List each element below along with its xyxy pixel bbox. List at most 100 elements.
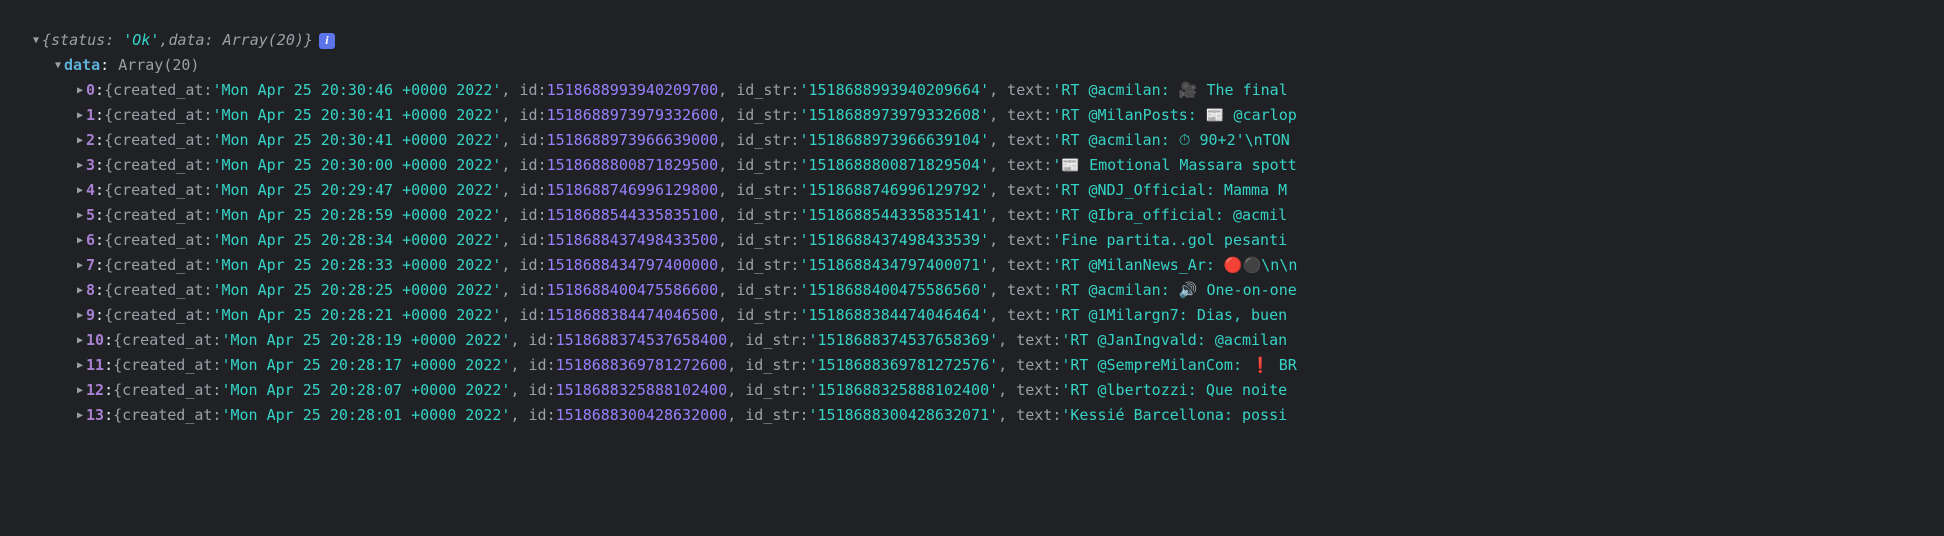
text-key: , text: [998,353,1061,378]
text-value: 'RT @lbertozzi: Que noite [1061,378,1287,403]
text-value: 'RT @Ibra_official: @acmil [1052,203,1287,228]
array-item-row[interactable]: 2: {created_at: 'Mon Apr 25 20:30:41 +00… [0,128,1944,153]
text-key: , text: [989,178,1052,203]
expand-arrow-icon[interactable] [74,203,86,228]
id-key: , id: [501,203,546,228]
id-str-value: '1518688973966639104' [799,128,989,153]
text-value: 'RT @MilanNews_Ar: 🔴⚫\n\n [1052,253,1297,278]
text-value: 'RT @NDJ_Official: Mamma M [1052,178,1287,203]
array-item-row[interactable]: 5: {created_at: 'Mon Apr 25 20:28:59 +00… [0,203,1944,228]
expand-arrow-icon[interactable] [74,103,86,128]
status-key: status: [51,28,114,53]
space [114,28,123,53]
array-item-row[interactable]: 7: {created_at: 'Mon Apr 25 20:28:33 +00… [0,253,1944,278]
expand-arrow-icon[interactable] [74,178,86,203]
id-str-key: , id_str: [727,328,808,353]
array-item-row[interactable]: 12: {created_at: 'Mon Apr 25 20:28:07 +0… [0,378,1944,403]
expand-arrow-icon[interactable] [74,128,86,153]
expand-arrow-icon[interactable] [30,28,42,53]
root-object-row[interactable]: {status: 'Ok', data: Array(20)} i [0,28,1944,53]
expand-arrow-icon[interactable] [74,353,86,378]
array-item-row[interactable]: 10: {created_at: 'Mon Apr 25 20:28:19 +0… [0,328,1944,353]
id-str-key: , id_str: [718,203,799,228]
created-at-key: {created_at: [104,153,212,178]
expand-arrow-icon[interactable] [74,278,86,303]
created-at-value: 'Mon Apr 25 20:28:25 +0000 2022' [212,278,501,303]
expand-arrow-icon[interactable] [52,53,64,78]
created-at-key: {created_at: [104,303,212,328]
id-str-value: '1518688800871829504' [799,153,989,178]
text-value: 'RT @acmilan: 🔊 One-on-one [1052,278,1296,303]
text-value: 'RT @1Milargn7: Dias, buen [1052,303,1287,328]
space [214,28,223,53]
created-at-value: 'Mon Apr 25 20:30:41 +0000 2022' [212,103,501,128]
id-key: , id: [501,153,546,178]
expand-arrow-icon[interactable] [74,78,86,103]
text-key: , text: [989,78,1052,103]
data-key-label: data [64,53,100,78]
expand-arrow-icon[interactable] [74,153,86,178]
created-at-value: 'Mon Apr 25 20:28:21 +0000 2022' [212,303,501,328]
colon: : [95,178,104,203]
created-at-value: 'Mon Apr 25 20:28:01 +0000 2022' [221,403,510,428]
id-value: 1518688973979332600 [547,103,719,128]
array-item-row[interactable]: 3: {created_at: 'Mon Apr 25 20:30:00 +00… [0,153,1944,178]
array-index: 6 [86,228,95,253]
array-index: 2 [86,128,95,153]
array-index: 12 [86,378,104,403]
array-item-row[interactable]: 8: {created_at: 'Mon Apr 25 20:28:25 +00… [0,278,1944,303]
expand-arrow-icon[interactable] [74,253,86,278]
id-value: 1518688973966639000 [547,128,719,153]
array-item-row[interactable]: 0: {created_at: 'Mon Apr 25 20:30:46 +00… [0,78,1944,103]
status-value: 'Ok' [123,28,159,53]
text-key: , text: [989,153,1052,178]
id-value: 1518688374537658400 [556,328,728,353]
text-value: '📰 Emotional Massara spott [1052,153,1296,178]
brace-open: { [42,28,51,53]
id-key: , id: [510,403,555,428]
array-item-row[interactable]: 1: {created_at: 'Mon Apr 25 20:30:41 +00… [0,103,1944,128]
expand-arrow-icon[interactable] [74,378,86,403]
expand-arrow-icon[interactable] [74,328,86,353]
created-at-value: 'Mon Apr 25 20:28:34 +0000 2022' [212,228,501,253]
info-icon[interactable]: i [319,33,335,49]
expand-arrow-icon[interactable] [74,403,86,428]
created-at-value: 'Mon Apr 25 20:28:59 +0000 2022' [212,203,501,228]
text-key: , text: [989,103,1052,128]
array-index: 11 [86,353,104,378]
data-array-type: Array(20) [118,53,199,78]
text-value: 'Fine partita..gol pesanti [1052,228,1287,253]
array-index: 4 [86,178,95,203]
array-item-row[interactable]: 9: {created_at: 'Mon Apr 25 20:28:21 +00… [0,303,1944,328]
created-at-value: 'Mon Apr 25 20:28:19 +0000 2022' [221,328,510,353]
array-item-row[interactable]: 4: {created_at: 'Mon Apr 25 20:29:47 +00… [0,178,1944,203]
created-at-key: {created_at: [113,328,221,353]
id-str-value: '1518688400475586560' [799,278,989,303]
text-key: , text: [998,328,1061,353]
data-array-row[interactable]: data: Array(20) [0,53,1944,78]
colon: : [95,253,104,278]
array-item-row[interactable]: 6: {created_at: 'Mon Apr 25 20:28:34 +00… [0,228,1944,253]
id-str-value: '1518688325888102400' [808,378,998,403]
array-item-row[interactable]: 11: {created_at: 'Mon Apr 25 20:28:17 +0… [0,353,1944,378]
id-str-value: '1518688993940209664' [799,78,989,103]
expand-arrow-icon[interactable] [74,228,86,253]
created-at-key: {created_at: [113,378,221,403]
array-item-row[interactable]: 13: {created_at: 'Mon Apr 25 20:28:01 +0… [0,403,1944,428]
colon: : [104,328,113,353]
created-at-key: {created_at: [113,403,221,428]
id-key: , id: [501,178,546,203]
colon: : [95,303,104,328]
id-value: 1518688369781272600 [556,353,728,378]
text-key: , text: [998,403,1061,428]
text-key: , text: [989,253,1052,278]
id-str-value: '1518688434797400071' [799,253,989,278]
text-value: 'Kessié Barcellona: possi [1061,403,1287,428]
colon: : [95,78,104,103]
id-str-value: '1518688544335835141' [799,203,989,228]
id-str-key: , id_str: [718,278,799,303]
id-value: 1518688746996129800 [547,178,719,203]
colon: : [104,403,113,428]
expand-arrow-icon[interactable] [74,303,86,328]
created-at-value: 'Mon Apr 25 20:30:41 +0000 2022' [212,128,501,153]
